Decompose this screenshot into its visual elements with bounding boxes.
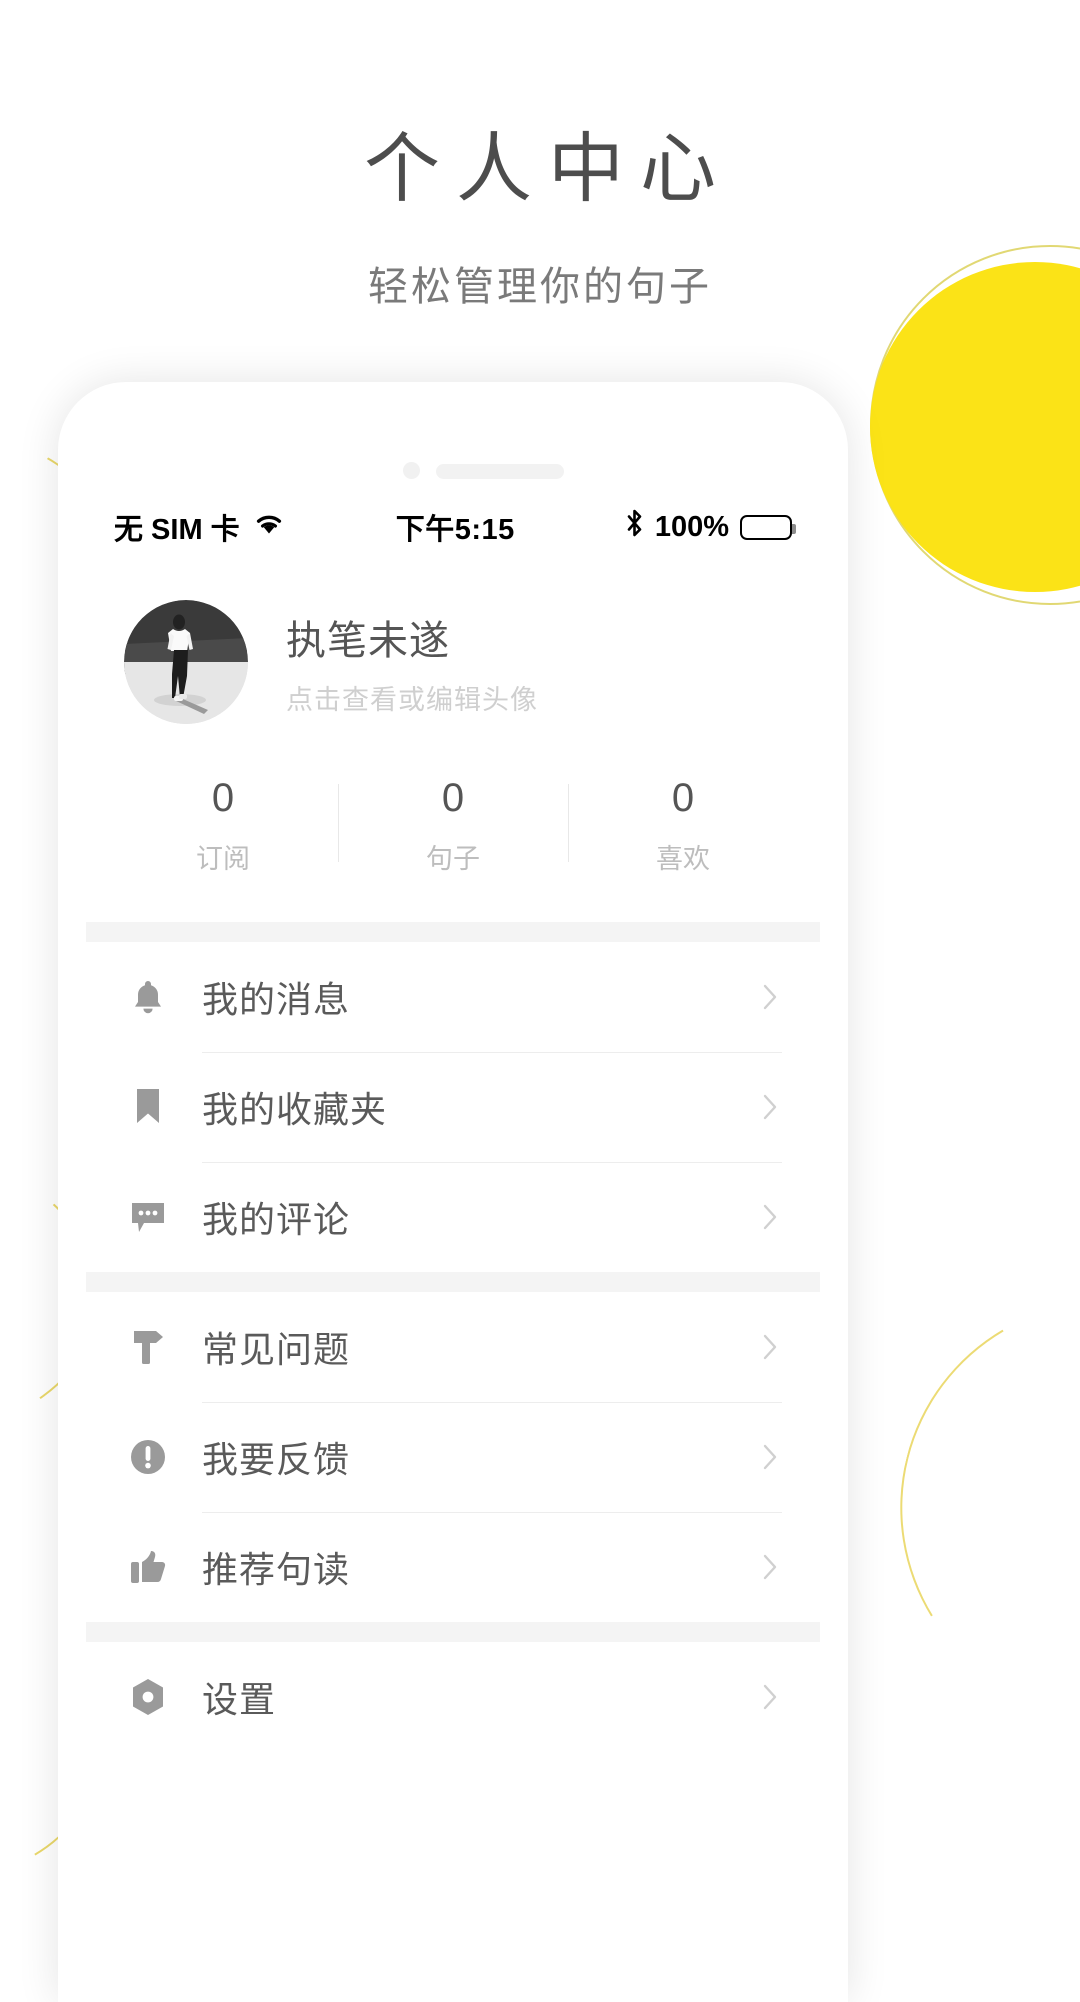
menu-item-recommend[interactable]: 推荐句读 [124,1512,782,1622]
page-title: 个人中心 [364,128,732,212]
stat-value: 0 [671,776,695,820]
menu-item-label: 我的评论 [202,1199,351,1240]
menu-group-support: 常见问题 我要反馈 推荐句读 [78,1292,828,1622]
menu-item-label: 设置 [202,1679,277,1720]
menu-group-divider [86,922,820,942]
chevron-right-icon [762,1443,782,1471]
stat-label: 订阅 [196,844,250,874]
phone-mockup: 无 SIM 卡 下午5:15 100% 执笔未遂 点击查看或编辑头像 0 订阅 … [58,382,848,2002]
avatar[interactable] [124,600,248,724]
stat-likes[interactable]: 0 喜欢 [568,776,798,876]
bluetooth-icon [625,508,644,546]
menu-item-my-favorites[interactable]: 我的收藏夹 [124,1052,782,1162]
alert-icon [124,1438,172,1476]
menu-item-label: 推荐句读 [202,1549,351,1590]
yellow-arc-right-bottom [855,1254,1080,1766]
profile-text: 执笔未遂 点击查看或编辑头像 [286,608,538,717]
status-bar-right: 100% [625,508,796,546]
chevron-right-icon [762,983,782,1011]
menu-item-my-messages[interactable]: 我的消息 [124,942,782,1052]
menu-list: 我的消息 我的收藏夹 我的评论 常见问题 我要反馈 推荐句读 设置 [78,922,828,1752]
menu-item-label: 我的消息 [202,979,351,1020]
profile-section[interactable]: 执笔未遂 点击查看或编辑头像 [78,566,828,724]
menu-item-feedback[interactable]: 我要反馈 [124,1402,782,1512]
menu-group-settings: 设置 [78,1642,828,1752]
menu-group-divider [86,1272,820,1292]
page-subtitle: 轻松管理你的句子 [368,265,712,309]
stats-row: 0 订阅 0 句子 0 喜欢 [78,776,828,876]
chevron-right-icon [762,1553,782,1581]
battery-percent-label: 100% [654,510,729,543]
stat-subscriptions[interactable]: 0 订阅 [108,776,338,876]
status-bar: 无 SIM 卡 下午5:15 100% [78,488,828,566]
chevron-right-icon [762,1203,782,1231]
gear-icon [124,1678,172,1716]
battery-full-icon [740,514,796,540]
menu-item-label: 我要反馈 [202,1439,351,1480]
menu-item-my-comments[interactable]: 我的评论 [124,1162,782,1272]
signpost-icon [124,1328,172,1366]
profile-name: 执笔未遂 [286,618,450,663]
status-bar-time: 下午5:15 [395,514,515,546]
stat-value: 0 [211,776,235,820]
phone-notch-area [58,382,848,488]
user-avatar-photo [124,600,248,724]
bookmark-icon [124,1088,172,1126]
comment-icon [124,1200,172,1234]
carrier-label: 无 SIM 卡 [114,514,240,546]
stat-sentences[interactable]: 0 句子 [338,776,568,876]
status-bar-left: 无 SIM 卡 [114,506,286,548]
phone-screen: 无 SIM 卡 下午5:15 100% 执笔未遂 点击查看或编辑头像 0 订阅 … [78,488,828,2002]
chevron-right-icon [762,1683,782,1711]
menu-item-label: 常见问题 [202,1329,351,1370]
stat-label: 句子 [426,844,480,874]
stat-label: 喜欢 [656,844,710,874]
menu-item-faq[interactable]: 常见问题 [124,1292,782,1402]
menu-item-settings[interactable]: 设置 [124,1642,782,1752]
profile-hint: 点击查看或编辑头像 [286,684,538,715]
front-camera-dot [403,462,420,479]
wifi-icon [252,510,286,544]
chevron-right-icon [762,1333,782,1361]
menu-group-personal: 我的消息 我的收藏夹 我的评论 [78,942,828,1272]
promo-header: 个人中心 轻松管理你的句子 [0,0,1080,312]
bell-icon [124,978,172,1016]
menu-item-label: 我的收藏夹 [202,1089,388,1130]
menu-group-divider [86,1622,820,1642]
earpiece-speaker [436,464,564,479]
thumbs-up-icon [124,1549,172,1585]
stat-value: 0 [441,776,465,820]
chevron-right-icon [762,1093,782,1121]
